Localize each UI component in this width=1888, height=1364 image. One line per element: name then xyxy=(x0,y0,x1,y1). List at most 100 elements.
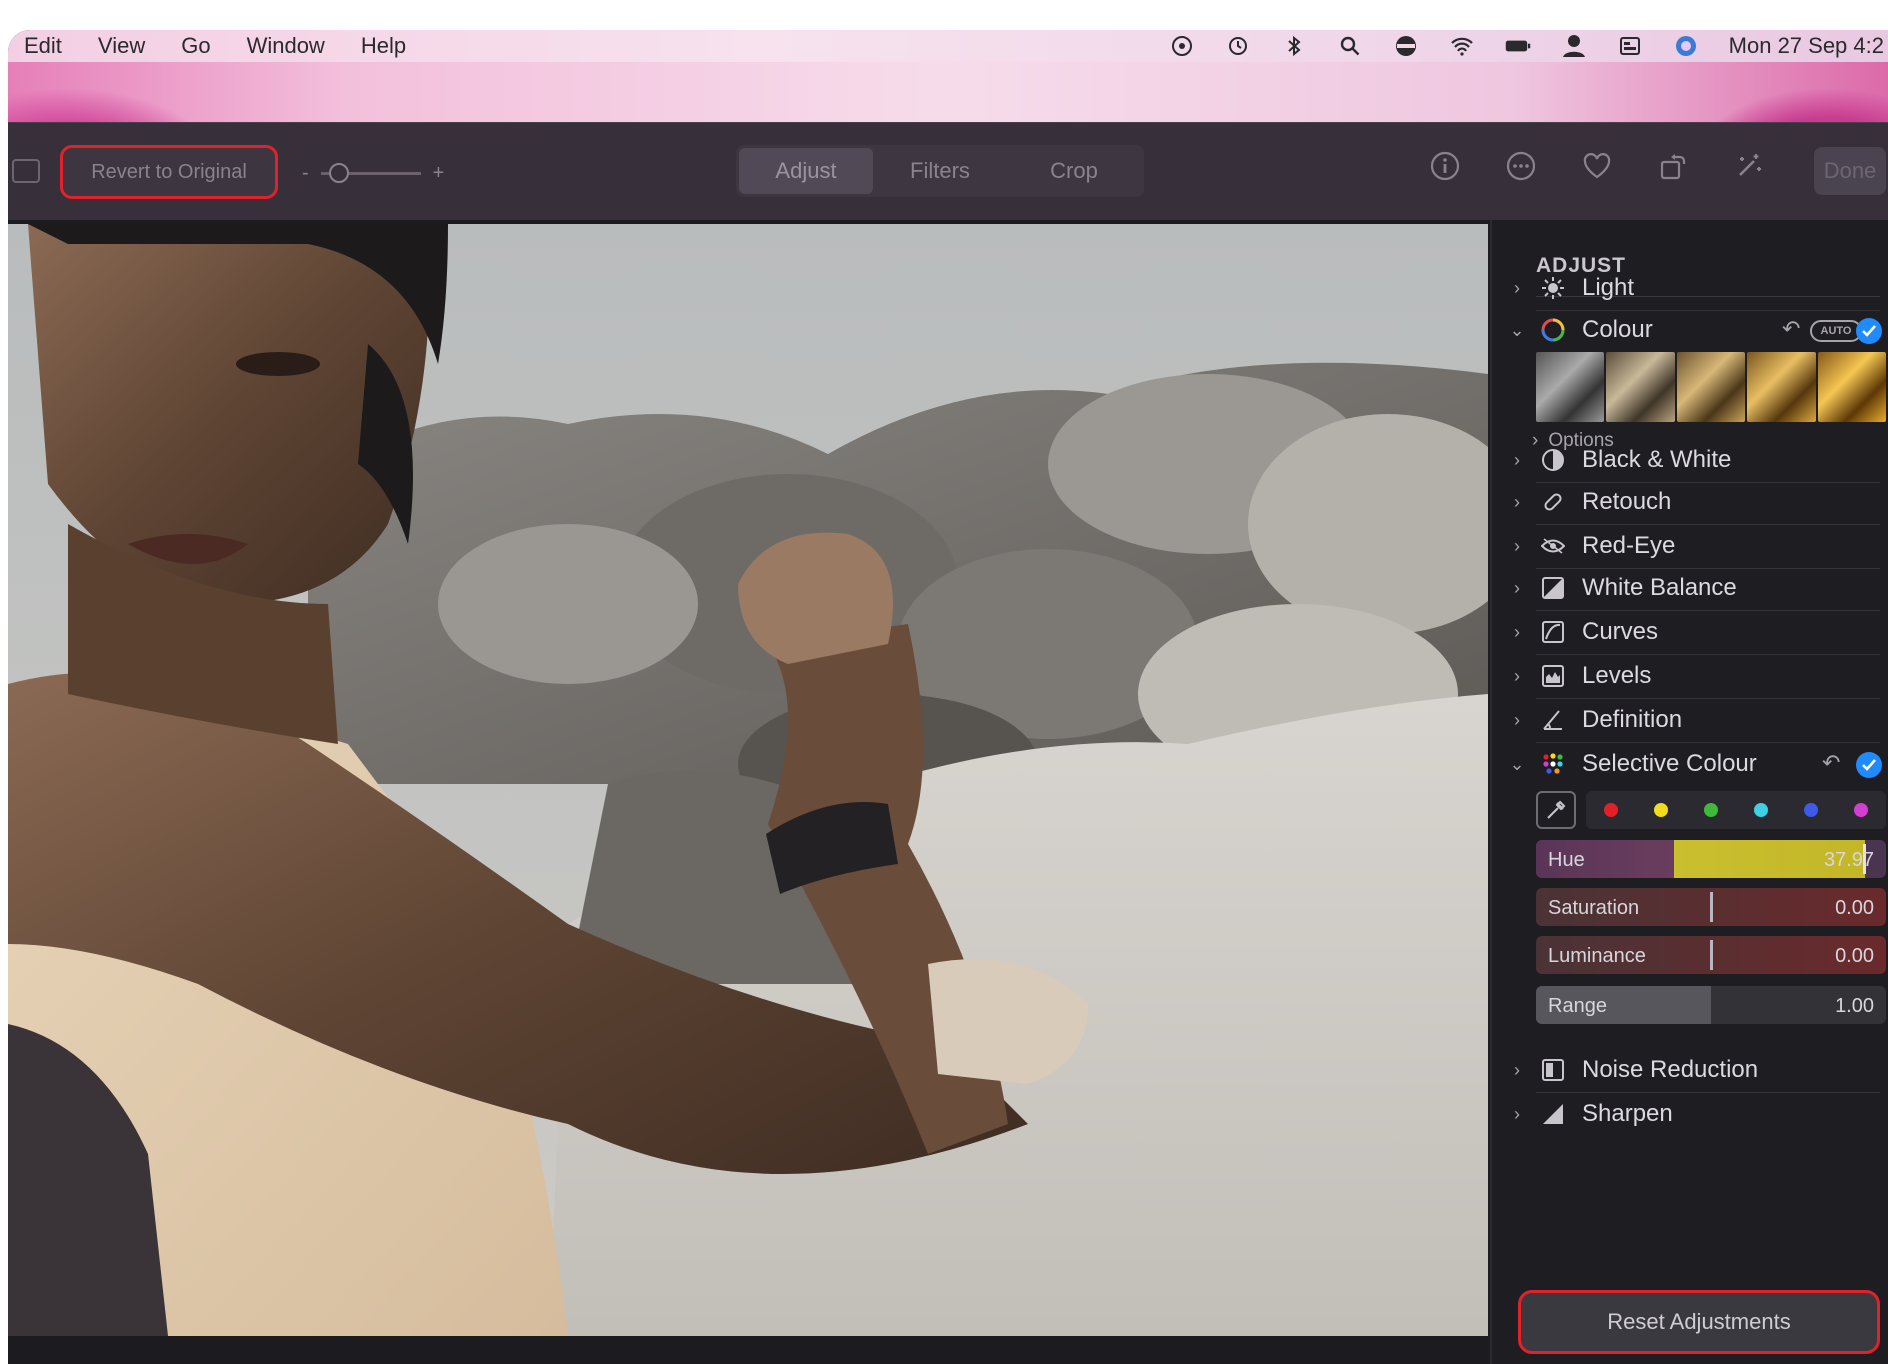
search-icon[interactable] xyxy=(1337,35,1363,57)
zoom-knob[interactable] xyxy=(328,162,349,183)
tab-filters[interactable]: Filters xyxy=(873,148,1007,194)
saturation-value[interactable]: 0.00 xyxy=(1835,897,1874,920)
chevron-right-icon[interactable]: › xyxy=(1506,1060,1528,1081)
hue-value[interactable]: 37.97 xyxy=(1824,849,1874,872)
wifi-icon[interactable] xyxy=(1449,35,1475,57)
adjust-row-definition[interactable]: › Definition xyxy=(1492,698,1888,742)
hue-slider[interactable]: Hue 37.97 xyxy=(1536,840,1886,878)
adjust-row-retouch[interactable]: › Retouch xyxy=(1492,480,1888,524)
menu-edit[interactable]: Edit xyxy=(24,33,62,59)
swatch-cyan[interactable] xyxy=(1754,803,1768,817)
filmstrip-thumb[interactable] xyxy=(1747,352,1816,422)
definition-icon xyxy=(1538,705,1568,735)
selective-colour-icon xyxy=(1538,749,1568,779)
control-icon[interactable] xyxy=(1169,35,1195,57)
luminance-value[interactable]: 0.00 xyxy=(1835,945,1874,968)
menu-window[interactable]: Window xyxy=(247,33,325,59)
user-icon[interactable] xyxy=(1561,35,1587,57)
menu-clock[interactable]: Mon 27 Sep 4:2 xyxy=(1729,33,1884,59)
sharpen-icon xyxy=(1538,1099,1568,1129)
zoom-plus[interactable]: + xyxy=(433,162,445,185)
adjust-row-red-eye[interactable]: › Red-Eye xyxy=(1492,524,1888,568)
swatch-red[interactable] xyxy=(1604,803,1618,817)
chevron-right-icon[interactable]: › xyxy=(1506,278,1528,299)
chevron-right-icon[interactable]: › xyxy=(1506,450,1528,471)
filmstrip-thumb[interactable] xyxy=(1536,352,1605,422)
reset-adjustments-button[interactable]: Reset Adjustments xyxy=(1518,1290,1880,1354)
swatch-yellow[interactable] xyxy=(1654,803,1668,817)
adjust-row-white-balance[interactable]: › White Balance xyxy=(1492,566,1888,610)
sidebar-toggle-icon[interactable] xyxy=(12,159,40,183)
heart-icon[interactable] xyxy=(1580,149,1614,183)
revert-to-original-button[interactable]: Revert to Original xyxy=(60,145,278,199)
toolbar-icons xyxy=(1428,149,1766,183)
info-icon[interactable] xyxy=(1428,149,1462,183)
status-menu: Mon 27 Sep 4:2 xyxy=(1169,30,1888,62)
control-center-icon[interactable] xyxy=(1617,35,1643,57)
half-circle-icon xyxy=(1538,445,1568,475)
luminance-slider[interactable]: Luminance 0.00 xyxy=(1536,936,1886,974)
adjust-label-curves: Curves xyxy=(1582,618,1659,645)
zoom-track[interactable] xyxy=(320,162,421,183)
more-icon[interactable] xyxy=(1504,149,1538,183)
chevron-right-icon[interactable]: › xyxy=(1506,622,1528,643)
siri-icon[interactable] xyxy=(1673,35,1699,57)
auto-button[interactable]: AUTO xyxy=(1810,320,1862,342)
done-button[interactable]: Done xyxy=(1814,147,1886,195)
adjust-row-noise-reduction[interactable]: › Noise Reduction xyxy=(1492,1048,1888,1092)
menu-help[interactable]: Help xyxy=(361,33,406,59)
vpn-icon[interactable] xyxy=(1393,35,1419,57)
bluetooth-icon[interactable] xyxy=(1281,35,1307,57)
adjust-panel: ADJUST › Light ⌄ Colour ↶ AUTO › Options… xyxy=(1490,220,1888,1364)
filmstrip-thumb[interactable] xyxy=(1676,352,1746,422)
zoom-minus[interactable]: - xyxy=(302,162,309,185)
tab-adjust[interactable]: Adjust xyxy=(739,148,873,194)
adjust-row-curves[interactable]: › Curves xyxy=(1492,610,1888,654)
chevron-right-icon[interactable]: › xyxy=(1506,1104,1528,1125)
chevron-right-icon[interactable]: › xyxy=(1506,578,1528,599)
zoom-slider[interactable]: - + xyxy=(302,162,472,185)
curves-icon xyxy=(1538,617,1568,647)
saturation-marker[interactable] xyxy=(1710,892,1713,922)
undo-icon[interactable]: ↶ xyxy=(1822,750,1840,776)
chevron-down-icon[interactable]: ⌄ xyxy=(1506,754,1528,775)
hue-fill xyxy=(1536,840,1865,878)
range-value[interactable]: 1.00 xyxy=(1835,995,1874,1018)
levels-icon xyxy=(1538,661,1568,691)
undo-icon[interactable]: ↶ xyxy=(1782,316,1800,342)
edited-photo[interactable] xyxy=(8,224,1488,1336)
enhance-icon[interactable] xyxy=(1732,149,1766,183)
photo-canvas xyxy=(8,220,1488,1364)
saturation-slider[interactable]: Saturation 0.00 xyxy=(1536,888,1886,926)
adjust-row-black-white[interactable]: › Black & White xyxy=(1492,438,1888,482)
swatch-blue[interactable] xyxy=(1804,803,1818,817)
menu-view[interactable]: View xyxy=(98,33,145,59)
adjust-label-sharpen: Sharpen xyxy=(1582,1100,1673,1127)
colour-swatch-row xyxy=(1536,788,1886,832)
range-slider[interactable]: Range 1.00 xyxy=(1536,986,1886,1024)
chevron-right-icon[interactable]: › xyxy=(1506,536,1528,557)
menu-go[interactable]: Go xyxy=(181,33,210,59)
checkmark-icon[interactable] xyxy=(1856,318,1882,344)
adjust-row-light[interactable]: › Light xyxy=(1492,266,1888,310)
swatch-green[interactable] xyxy=(1704,803,1718,817)
chevron-down-icon[interactable]: ⌄ xyxy=(1506,320,1528,341)
noise-icon xyxy=(1538,1055,1568,1085)
chevron-right-icon[interactable]: › xyxy=(1506,492,1528,513)
edit-mode-tabs: Adjust Filters Crop xyxy=(736,145,1144,197)
tab-crop[interactable]: Crop xyxy=(1007,148,1141,194)
filmstrip-thumb[interactable] xyxy=(1817,352,1887,422)
filmstrip-thumb[interactable] xyxy=(1606,352,1675,422)
adjust-row-sharpen[interactable]: › Sharpen xyxy=(1492,1092,1888,1136)
eyedropper-icon[interactable] xyxy=(1536,791,1576,829)
rotate-icon[interactable] xyxy=(1656,149,1690,183)
chevron-right-icon[interactable]: › xyxy=(1506,710,1528,731)
adjust-row-levels[interactable]: › Levels xyxy=(1492,654,1888,698)
luminance-marker[interactable] xyxy=(1710,940,1713,970)
time-machine-icon[interactable] xyxy=(1225,35,1251,57)
checkmark-icon[interactable] xyxy=(1856,752,1882,778)
swatch-magenta[interactable] xyxy=(1854,803,1868,817)
battery-icon[interactable] xyxy=(1505,35,1531,57)
chevron-right-icon[interactable]: › xyxy=(1506,666,1528,687)
colour-filmstrip[interactable] xyxy=(1536,352,1887,422)
